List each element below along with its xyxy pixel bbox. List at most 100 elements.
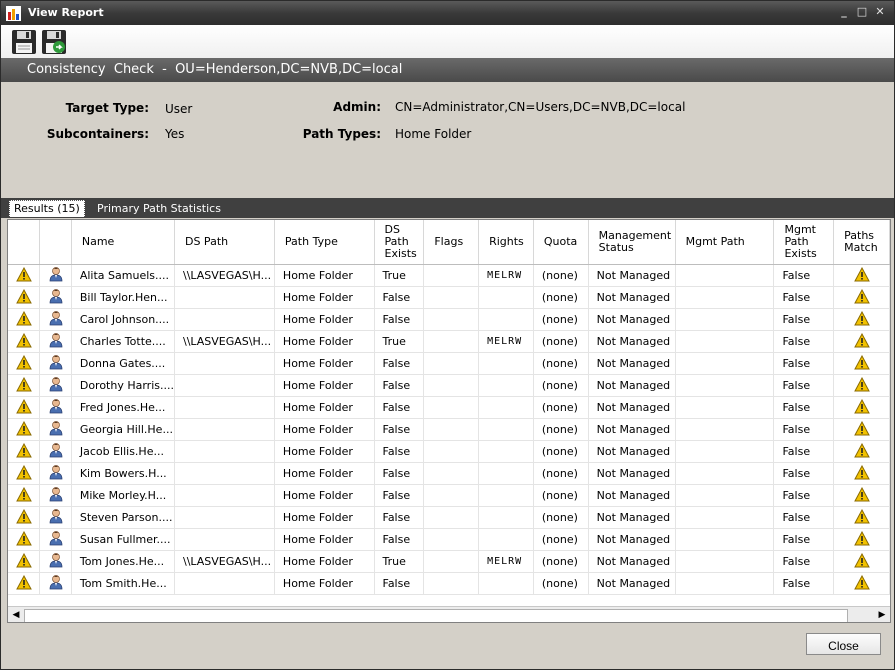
cell-mgmt-path	[675, 528, 775, 551]
column-header-flags[interactable]: Flags	[423, 220, 480, 265]
table-row[interactable]: Jacob Ellis.He... Home Folder False (none) N…	[8, 440, 890, 463]
paths-match-warning-icon	[833, 352, 890, 375]
column-header-name[interactable]: Name	[71, 220, 175, 265]
cell-ds-path	[174, 286, 275, 309]
cell-mgmt-status: Not Managed	[588, 484, 676, 507]
close-button[interactable]: Close	[806, 633, 881, 655]
table-row[interactable]: Dorothy Harris.... Home Folder False (none)…	[8, 374, 890, 397]
table-row[interactable]: Carol Johnson.... Home Folder False (none) N…	[8, 308, 890, 331]
table-body: Alita Samuels.... \\LASVEGAS\H... Home Fol…	[8, 264, 890, 595]
cell-mgmt-status: Not Managed	[588, 396, 676, 419]
column-header-mgmt-exists[interactable]: Mgmt Path Exists	[773, 220, 835, 265]
cell-path-type: Home Folder	[274, 286, 375, 309]
column-header-paths-match[interactable]: Paths Match	[833, 220, 890, 265]
scroll-right-icon[interactable]: ▶	[874, 607, 890, 622]
user-icon	[39, 374, 72, 397]
cell-ds-exists: False	[374, 440, 425, 463]
table-row[interactable]: Georgia Hill.He... Home Folder False (none)…	[8, 418, 890, 441]
cell-ds-exists: False	[374, 506, 425, 529]
paths-match-warning-icon	[833, 308, 890, 331]
user-icon	[39, 286, 72, 309]
cell-ds-path	[174, 352, 275, 375]
results-grid[interactable]: Name DS Path Path Type DS Path Exists Flags R…	[7, 219, 891, 623]
cell-path-type: Home Folder	[274, 484, 375, 507]
maximize-icon[interactable]: □	[855, 5, 869, 19]
cell-mgmt-path	[675, 462, 775, 485]
column-header-ds-path[interactable]: DS Path	[174, 220, 275, 265]
table-row[interactable]: Donna Gates.... Home Folder False (none) Not…	[8, 352, 890, 375]
paths-match-warning-icon	[833, 286, 890, 309]
cell-flags	[423, 462, 480, 485]
cell-mgmt-exists: False	[773, 286, 835, 309]
cell-quota: (none)	[533, 396, 589, 419]
cell-quota: (none)	[533, 550, 589, 573]
cell-rights	[478, 418, 534, 441]
cell-ds-exists: False	[374, 462, 425, 485]
user-icon	[39, 352, 72, 375]
column-header-type[interactable]	[39, 220, 72, 265]
table-row[interactable]: Fred Jones.He... Home Folder False (none) No…	[8, 396, 890, 419]
cell-name: Mike Morley.H...	[71, 484, 175, 507]
table-row[interactable]: Susan Fullmer.... Home Folder False (none) N…	[8, 528, 890, 551]
cell-quota: (none)	[533, 308, 589, 331]
tab-results[interactable]: Results (15)	[9, 200, 85, 217]
report-header: Consistency Check - OU=Henderson,DC=NVB,…	[1, 58, 894, 82]
cell-flags	[423, 396, 480, 419]
column-header-ds-exists[interactable]: DS Path Exists	[374, 220, 425, 265]
minimize-icon[interactable]: _	[837, 5, 851, 19]
table-row[interactable]: Tom Smith.He... Home Folder False (none) Not…	[8, 572, 890, 595]
table-row[interactable]: Mike Morley.H... Home Folder False (none) No…	[8, 484, 890, 507]
cell-ds-exists: False	[374, 418, 425, 441]
table-row[interactable]: Tom Jones.He... \\LASVEGAS\H... Home Folde…	[8, 550, 890, 573]
close-window-icon[interactable]: ✕	[873, 5, 887, 19]
column-header-quota[interactable]: Quota	[533, 220, 589, 265]
tab-strip: Results (15) Primary Path Statistics	[1, 198, 894, 218]
tab-primary-path-statistics[interactable]: Primary Path Statistics	[97, 201, 221, 217]
admin-value: CN=Administrator,CN=Users,DC=NVB,DC=loca…	[395, 100, 686, 114]
warning-icon	[8, 374, 41, 397]
cell-mgmt-path	[675, 308, 775, 331]
title-bar[interactable]: View Report _ □ ✕	[1, 1, 894, 25]
target-type-value: User	[165, 102, 193, 116]
table-row[interactable]: Charles Totte.... \\LASVEGAS\H... Home Fol…	[8, 330, 890, 353]
user-icon	[39, 396, 72, 419]
table-row[interactable]: Alita Samuels.... \\LASVEGAS\H... Home Fol…	[8, 264, 890, 287]
user-icon	[39, 550, 72, 573]
table-row[interactable]: Steven Parson.... Home Folder False (none) N…	[8, 506, 890, 529]
cell-quota: (none)	[533, 528, 589, 551]
cell-mgmt-exists: False	[773, 484, 835, 507]
column-header-mgmt-path[interactable]: Mgmt Path	[675, 220, 775, 265]
cell-ds-path	[174, 462, 275, 485]
scrollbar-thumb[interactable]	[24, 609, 848, 622]
cell-mgmt-exists: False	[773, 396, 835, 419]
cell-path-type: Home Folder	[274, 572, 375, 595]
cell-mgmt-status: Not Managed	[588, 264, 676, 287]
table-row[interactable]: Kim Bowers.H... Home Folder False (none) Not…	[8, 462, 890, 485]
save-icon[interactable]	[11, 29, 37, 55]
user-icon	[39, 418, 72, 441]
cell-mgmt-exists: False	[773, 308, 835, 331]
cell-path-type: Home Folder	[274, 550, 375, 573]
column-header-rights[interactable]: Rights	[478, 220, 534, 265]
cell-name: Georgia Hill.He...	[71, 418, 175, 441]
warning-icon	[8, 286, 41, 309]
warning-icon	[8, 550, 41, 573]
scroll-left-icon[interactable]: ◀	[8, 607, 24, 622]
cell-ds-path	[174, 374, 275, 397]
target-type-label: Target Type:	[65, 101, 149, 115]
column-header-mgmt-status[interactable]: Management Status	[588, 220, 676, 265]
column-header-status[interactable]	[8, 220, 41, 265]
cell-ds-path	[174, 308, 275, 331]
cell-name: Fred Jones.He...	[71, 396, 175, 419]
paths-match-warning-icon	[833, 506, 890, 529]
cell-mgmt-exists: False	[773, 528, 835, 551]
save-export-icon[interactable]	[41, 29, 67, 55]
horizontal-scrollbar[interactable]: ◀ ▶	[8, 606, 890, 622]
table-row[interactable]: Bill Taylor.Hen... Home Folder False (none)…	[8, 286, 890, 309]
cell-mgmt-status: Not Managed	[588, 550, 676, 573]
cell-flags	[423, 528, 480, 551]
view-report-window: View Report _ □ ✕ Consistency Check - OU…	[0, 0, 895, 670]
cell-path-type: Home Folder	[274, 374, 375, 397]
column-header-path-type[interactable]: Path Type	[274, 220, 375, 265]
cell-mgmt-path	[675, 572, 775, 595]
